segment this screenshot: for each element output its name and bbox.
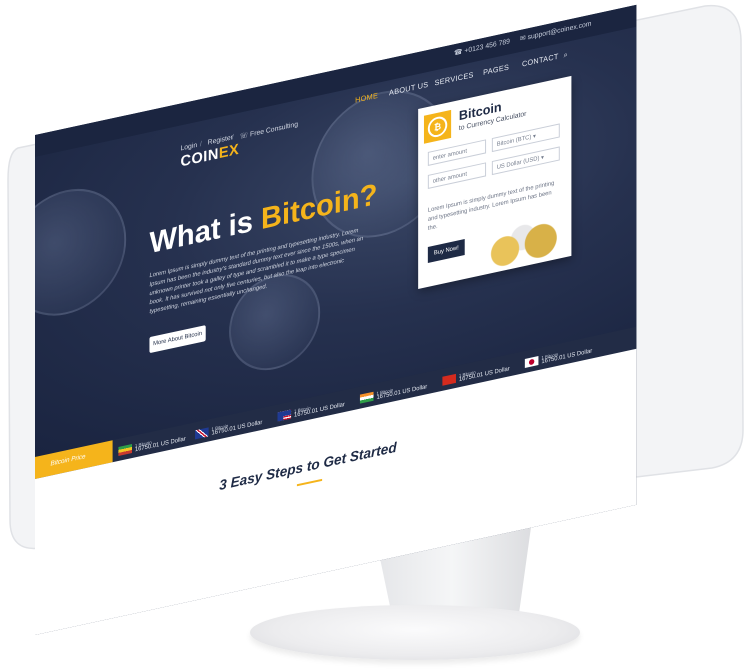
flag-icon-green-yellow [118,444,132,457]
section-title: 3 Easy Steps to Get Started [219,438,397,494]
title-underline [296,478,323,487]
flag-icon-uk [195,427,209,440]
nav-separator: / [231,133,234,142]
flag-icon-japan [524,356,539,369]
monitor-scene: ☎ +0123 456 789 ✉ support@coinex.com Log… [0,0,751,670]
more-about-bitcoin-button[interactable]: More About Bitcoin [149,325,206,354]
bitcoin-badge-icon: ₿ [423,109,452,144]
flag-icon-india [359,391,374,404]
amount-input[interactable]: enter amount [427,139,487,166]
menu-pages[interactable]: PAGES [483,62,509,77]
menu-contact[interactable]: CONTACT [522,52,559,69]
other-amount-input[interactable]: other amount [427,162,487,189]
search-icon[interactable]: ⌕ [564,50,568,61]
nav-separator: / [199,140,202,149]
buy-now-button[interactable]: Buy Now! [427,238,465,263]
flag-icon-china [442,374,456,387]
flag-icon-us [277,409,292,422]
bitcoin-background-coin [35,177,127,328]
consulting-link[interactable]: ☏ Free Consulting [240,120,298,141]
monitor-base [250,605,580,660]
menu-services[interactable]: SERVICES [435,70,474,87]
currency-calculator: ₿ Bitcoin to Currency Calculator enter a… [418,75,572,290]
